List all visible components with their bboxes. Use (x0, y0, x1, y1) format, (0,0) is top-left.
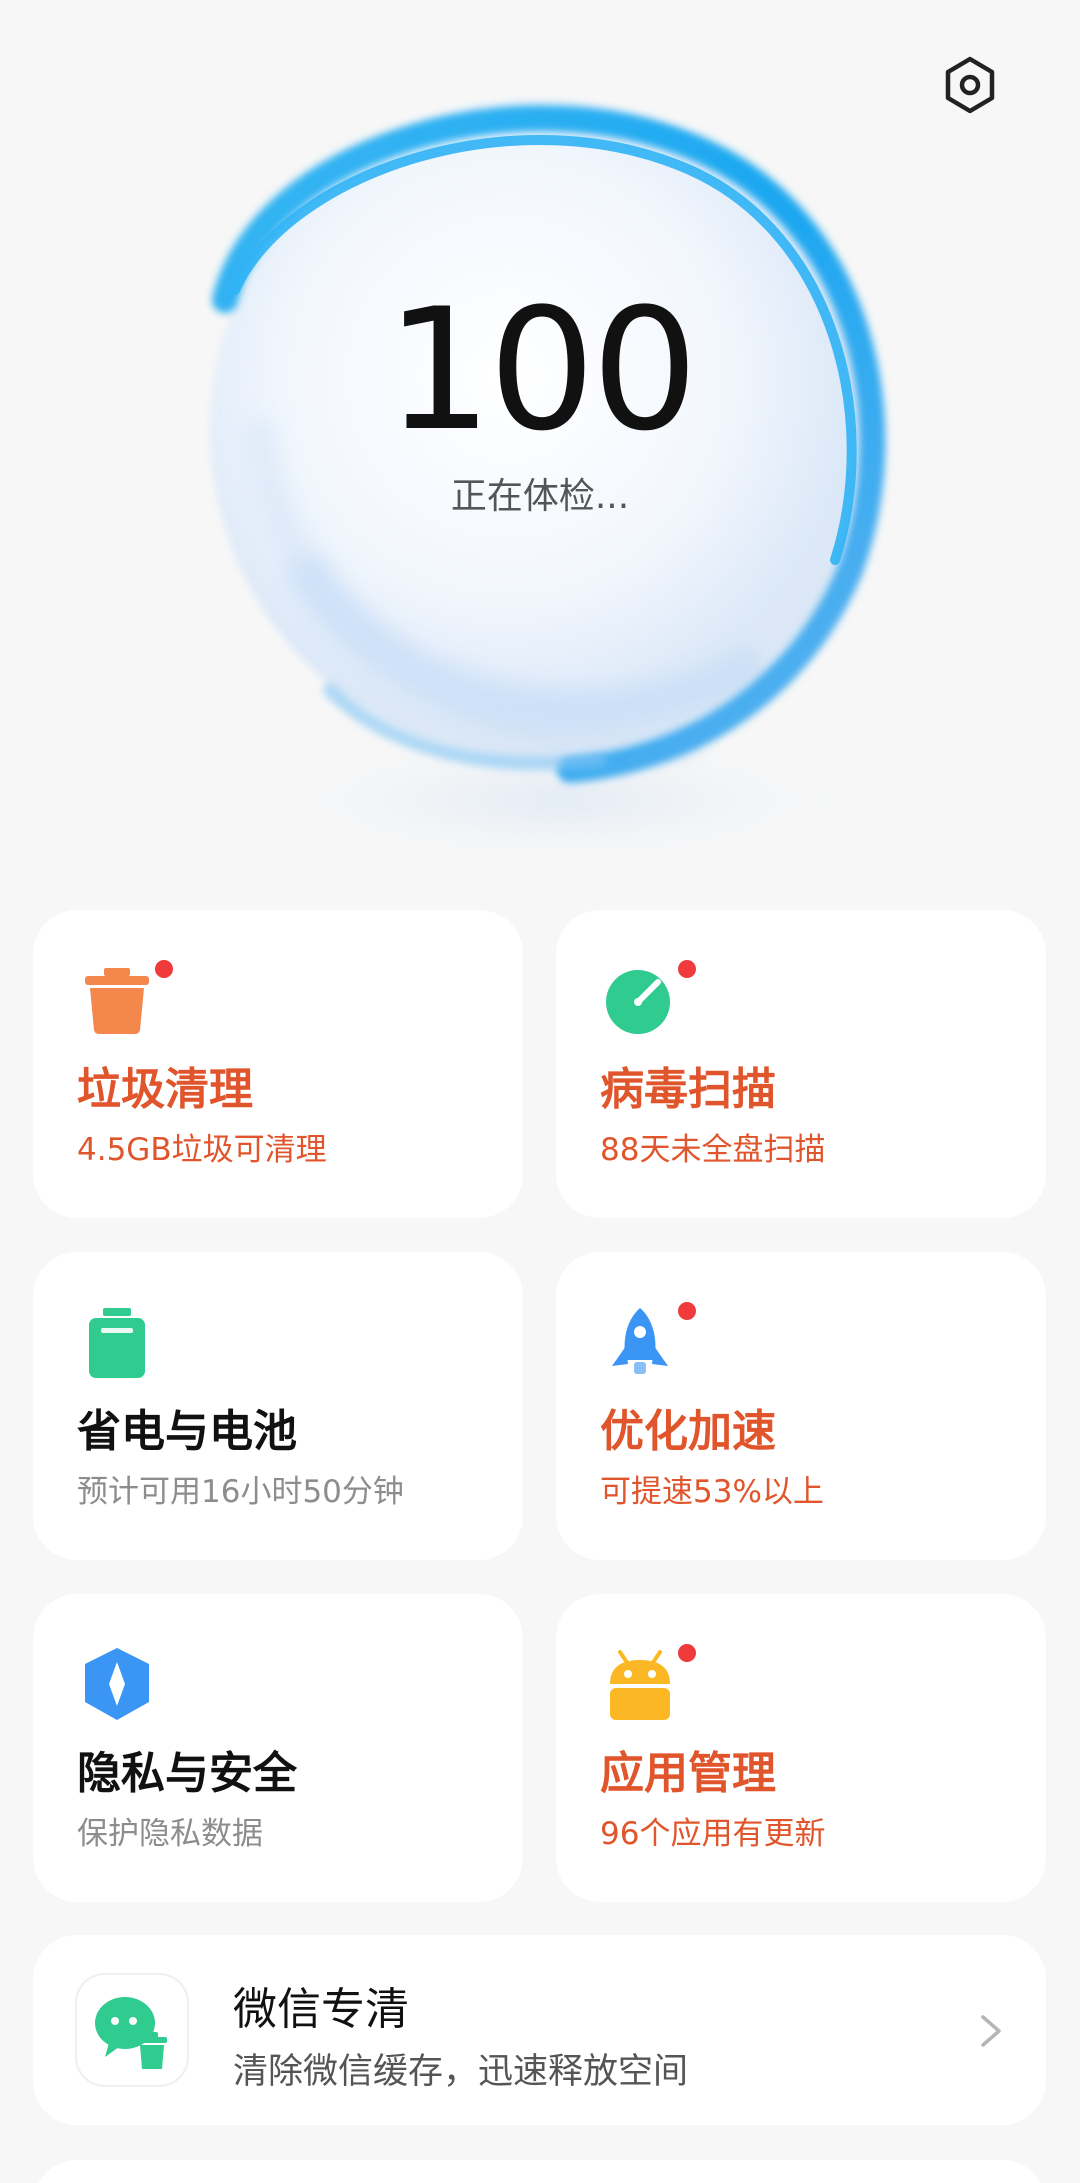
card-title: 隐私与安全 (77, 1748, 297, 1799)
card-subtitle: 96个应用有更新 (600, 1816, 826, 1852)
card-subtitle: 可提速53%以上 (600, 1474, 824, 1510)
android-icon (610, 1650, 670, 1720)
settings-icon (945, 56, 995, 114)
chevron-right-icon (981, 2015, 1001, 2047)
wechat-clean-icon (95, 1997, 167, 2069)
card-title: 垃圾清理 (77, 1064, 253, 1115)
health-score: 100 (385, 272, 699, 468)
wechat-clean-subtitle: 清除微信缓存，迅速释放空间 (233, 2052, 689, 2092)
battery-icon (89, 1308, 145, 1378)
privacy-security-card[interactable]: 隐私与安全 保护隐私数据 (33, 1594, 523, 1902)
security-center-screen: 100 正在体检... 垃圾清理 4.5GB垃圾可清理 病毒扫描 88天未全盘扫… (0, 0, 1080, 2183)
rocket-icon (612, 1308, 668, 1374)
notification-dot (155, 960, 173, 978)
notification-dot (678, 960, 696, 978)
card-title: 优化加速 (600, 1406, 776, 1457)
card-subtitle: 4.5GB垃圾可清理 (77, 1132, 327, 1168)
settings-button[interactable] (935, 50, 1005, 120)
card-subtitle: 预计可用16小时50分钟 (77, 1474, 404, 1510)
scan-status-text: 正在体检... (450, 476, 630, 517)
card-subtitle: 保护隐私数据 (77, 1816, 263, 1852)
wechat-clean-title: 微信专清 (233, 1984, 409, 2035)
wechat-clean-row[interactable]: 微信专清 清除微信缓存，迅速释放空间 (33, 1935, 1046, 2125)
virus-scan-card[interactable]: 病毒扫描 88天未全盘扫描 (556, 910, 1046, 1218)
shield-icon (85, 1648, 149, 1720)
notification-dot (678, 1644, 696, 1662)
health-check-hero: 100 正在体检... (0, 0, 1080, 880)
app-management-card[interactable]: 应用管理 96个应用有更新 (556, 1594, 1046, 1902)
boost-card[interactable]: 优化加速 可提速53%以上 (556, 1252, 1046, 1560)
wechat-clean-app-icon (77, 1975, 187, 2085)
virus-scan-icon (606, 970, 670, 1034)
junk-cleanup-card[interactable]: 垃圾清理 4.5GB垃圾可清理 (33, 910, 523, 1218)
card-title: 省电与电池 (77, 1406, 297, 1457)
next-list-card-partial (33, 2160, 1046, 2183)
card-subtitle: 88天未全盘扫描 (600, 1132, 826, 1168)
card-title: 应用管理 (600, 1748, 776, 1799)
notification-dot (678, 1302, 696, 1320)
card-title: 病毒扫描 (600, 1064, 776, 1115)
trash-can-icon (85, 968, 149, 1034)
battery-card[interactable]: 省电与电池 预计可用16小时50分钟 (33, 1252, 523, 1560)
